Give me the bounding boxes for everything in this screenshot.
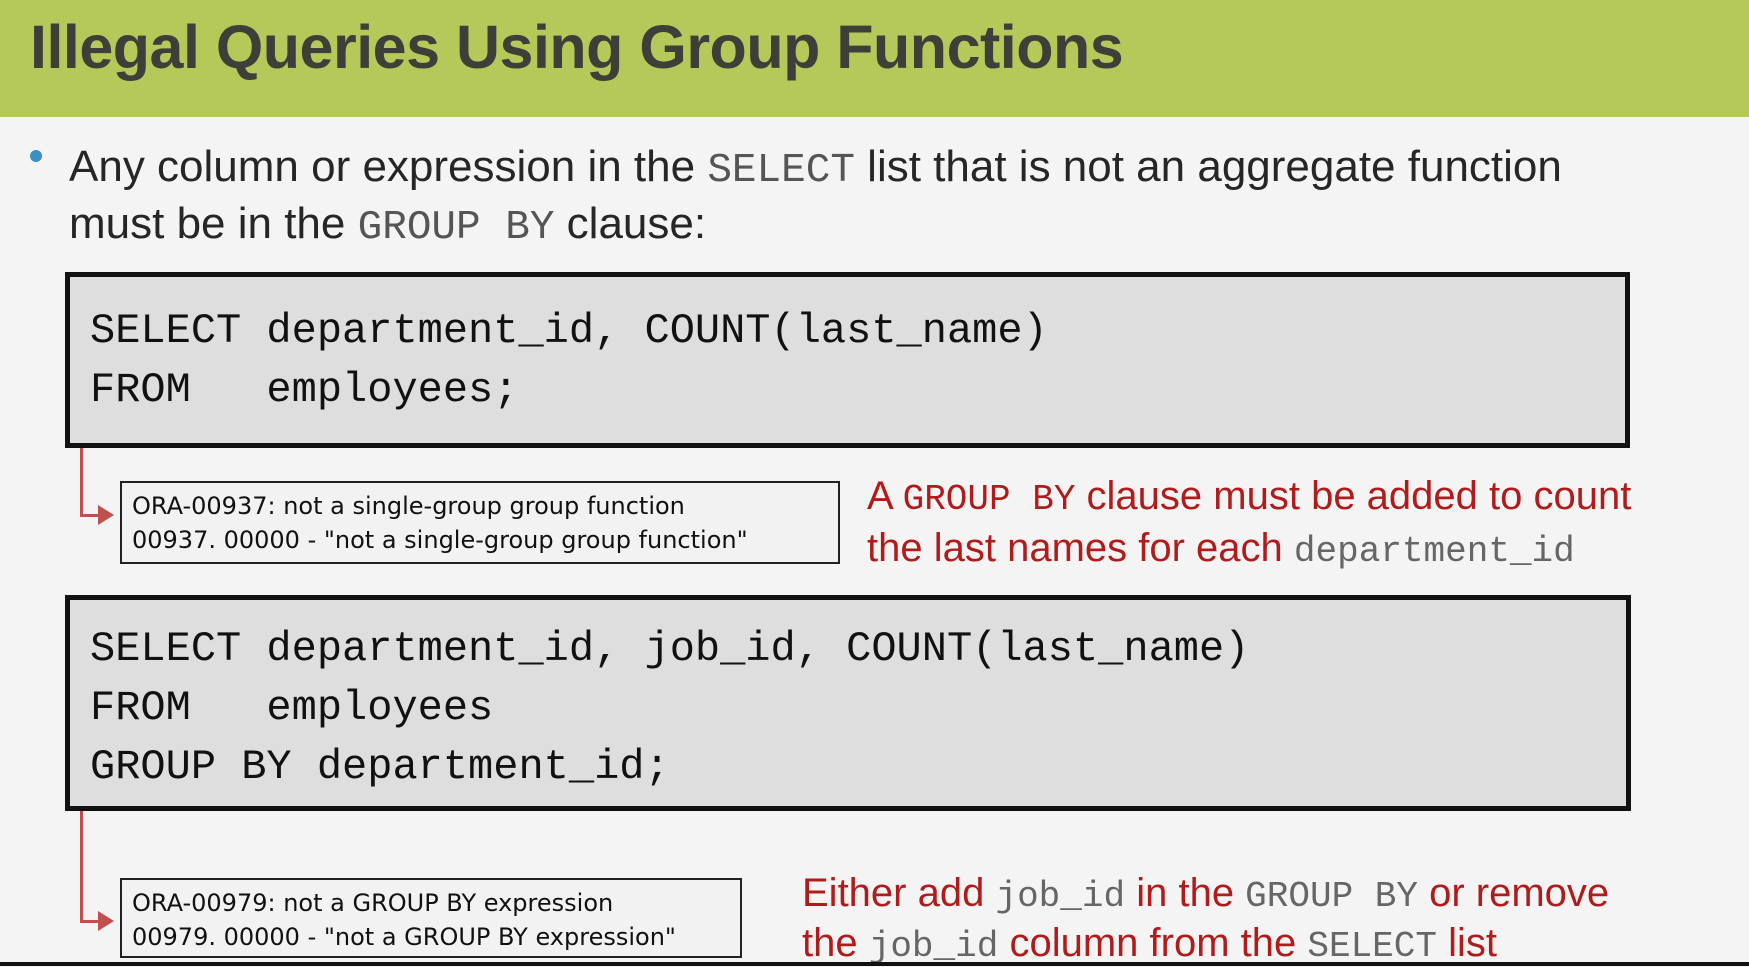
arrow-connector [80, 514, 100, 517]
code-line: SELECT department_id, COUNT(last_name) [90, 307, 1048, 355]
inline-code: GROUP BY [357, 205, 555, 251]
title-bar: Illegal Queries Using Group Functions [0, 0, 1749, 117]
inline-code: GROUP BY [1245, 876, 1418, 917]
bullet-line-2: must be in the GROUP BY clause: [69, 199, 706, 251]
bullet-text: clause: [554, 199, 707, 248]
arrow-head-icon [98, 911, 114, 931]
note-1-line-1: A GROUP BY clause must be added to count [867, 474, 1631, 520]
note-text: column from the [998, 921, 1308, 965]
note-text: Either add [802, 871, 996, 915]
code-block-query-1: SELECT department_id, COUNT(last_name) F… [65, 272, 1630, 448]
inline-code: job_id [995, 876, 1126, 917]
error-message-2: ORA-00979: not a GROUP BY expression 009… [120, 878, 742, 958]
bullet-text: must be in the [69, 199, 358, 248]
inline-code: department_id [1293, 531, 1575, 572]
inline-code: job_id [868, 926, 999, 967]
bottom-divider [0, 962, 1749, 966]
inline-code: SELECT [1307, 926, 1437, 967]
arrow-connector [80, 920, 100, 923]
note-text: the last names for each [867, 526, 1294, 570]
note-1-line-2: the last names for each department_id [867, 526, 1575, 572]
slide-title: Illegal Queries Using Group Functions [30, 13, 1124, 81]
note-text: list [1436, 921, 1497, 965]
note-2-line-2: the job_id column from the SELECT list [802, 921, 1497, 967]
note-text: in the [1125, 871, 1246, 915]
code-line: GROUP BY department_id; [90, 743, 670, 791]
error-line: 00979. 00000 - "not a GROUP BY expressio… [132, 923, 676, 951]
code-line: FROM employees [90, 684, 494, 732]
code-line: SELECT department_id, job_id, COUNT(last… [90, 625, 1250, 673]
note-text: clause must be added to count [1075, 474, 1632, 518]
inline-code: SELECT [707, 148, 855, 194]
bullet-line-1: Any column or expression in the SELECT l… [69, 142, 1562, 194]
bullet-text: list that is not an aggregate function [854, 142, 1562, 191]
code-line: FROM employees; [90, 366, 519, 414]
arrow-head-icon [98, 505, 114, 525]
arrow-connector [80, 448, 83, 517]
error-line: 00937. 00000 - "not a single-group group… [132, 526, 748, 554]
error-line: ORA-00979: not a GROUP BY expression [132, 889, 614, 917]
error-message-1: ORA-00937: not a single-group group func… [120, 481, 840, 564]
inline-code: GROUP BY [902, 479, 1076, 520]
note-text: the [802, 921, 869, 965]
arrow-connector [80, 811, 83, 923]
note-2-line-1: Either add job_id in the GROUP BY or rem… [802, 871, 1609, 917]
bullet-dot-icon [30, 150, 42, 162]
code-block-query-2: SELECT department_id, job_id, COUNT(last… [65, 595, 1631, 811]
note-text: A [867, 474, 903, 518]
bullet-text: Any column or expression in the [69, 142, 708, 191]
note-text: or remove [1418, 871, 1610, 915]
error-line: ORA-00937: not a single-group group func… [132, 492, 685, 520]
